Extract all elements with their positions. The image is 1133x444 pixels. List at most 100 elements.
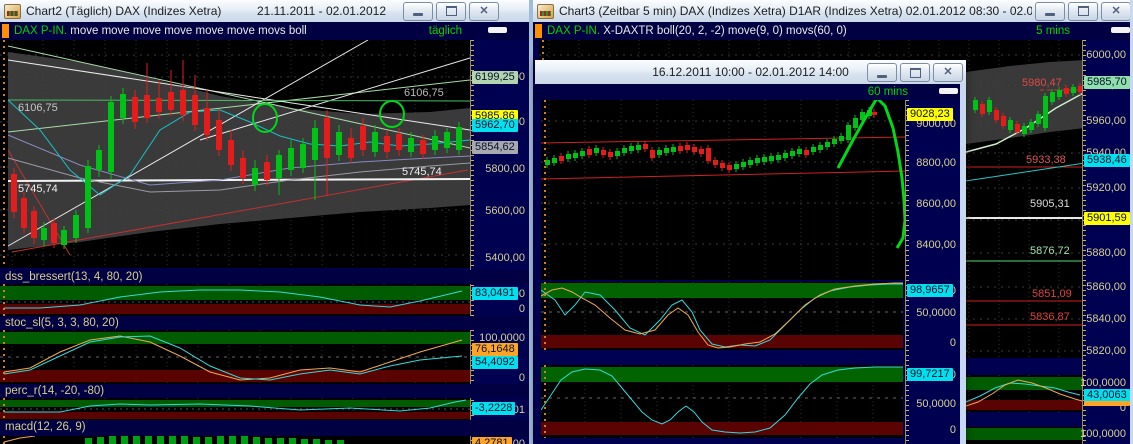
axis-tick: 50,0000 xyxy=(916,307,956,319)
panel-collapse-handle[interactable] xyxy=(939,88,958,94)
chart3-titlebar[interactable]: Chart3 (Zeitbar 5 min) DAX (Indizes Xetr… xyxy=(533,0,1133,23)
price-label: 5938,46 xyxy=(1084,154,1130,167)
hourly-titlebar[interactable]: 16.12.2011 10:00 - 02.01.2012 14:00 xyxy=(535,60,966,85)
price-label: 5901,59 xyxy=(1084,212,1130,225)
chart2-legend-bar: DAX P-IN. move move move move move move … xyxy=(0,22,529,40)
hourly-indicator-panel-2[interactable] xyxy=(541,365,903,438)
axis-tick: 100,0000 xyxy=(1080,428,1126,440)
chart2-title: Chart2 (Täglich) DAX (Indizes Xetra) xyxy=(26,4,221,18)
hourly-window: 16.12.2011 10:00 - 02.01.2012 14:00 60 m… xyxy=(535,60,966,444)
chart2-series-name[interactable]: DAX P-IN. xyxy=(14,25,67,37)
restore-icon xyxy=(1078,6,1089,16)
axis-tick: 0 xyxy=(950,337,956,349)
axis-tick: 5600,00 xyxy=(485,205,525,217)
series-color-icon xyxy=(2,24,9,38)
stoc-line-chart xyxy=(0,330,470,384)
hourly-title: 16.12.2011 10:00 - 02.01.2012 14:00 xyxy=(652,65,849,79)
chart3-series-name[interactable]: DAX P-IN. xyxy=(547,25,600,37)
chart-window-icon xyxy=(537,4,554,19)
hourly-indicator-panel-1[interactable] xyxy=(541,282,903,350)
chart-level-label: 5905,31 xyxy=(1030,198,1070,210)
axis-tick: 0 xyxy=(519,372,525,384)
minimize-button[interactable] xyxy=(403,2,433,21)
axis-tick: 100,0000 xyxy=(1080,377,1126,389)
panel-collapse-handle[interactable] xyxy=(488,27,507,33)
dss-panel[interactable] xyxy=(0,284,470,316)
chart2-titlebar[interactable]: Chart2 (Täglich) DAX (Indizes Xetra) 21.… xyxy=(0,0,529,23)
chart2-window: Chart2 (Täglich) DAX (Indizes Xetra) 21.… xyxy=(0,0,529,444)
price-label xyxy=(1084,401,1130,406)
restore-button[interactable] xyxy=(1068,2,1098,21)
close-button[interactable] xyxy=(1101,2,1131,21)
minimize-button[interactable] xyxy=(1035,2,1065,21)
panel-divider xyxy=(541,350,905,365)
chart-level-label: 5836,87 xyxy=(1030,311,1070,323)
chart-level-label: 5933,38 xyxy=(1026,154,1066,166)
axis-tick: 0 xyxy=(519,303,525,315)
close-icon xyxy=(943,67,952,78)
macd-panel[interactable] xyxy=(0,436,470,444)
chart3-studies[interactable]: X-DAXTR boll(20, 2, -2) move(9, 0) movs(… xyxy=(603,25,847,37)
price-label: 83,0491 xyxy=(472,287,518,300)
chart-level-label: 5851,09 xyxy=(1032,288,1072,300)
chart-level-label: 5876,72 xyxy=(1030,245,1070,257)
axis-tick: 50,0000 xyxy=(916,398,956,410)
indicator-header-percr[interactable]: perc_r(14, -20, -80) xyxy=(0,384,529,398)
close-button[interactable] xyxy=(469,2,499,21)
axis-tick: 5920,00 xyxy=(1086,182,1126,194)
minimize-button[interactable] xyxy=(867,63,897,82)
minimize-icon xyxy=(413,13,423,16)
price-label: 5962,70 xyxy=(472,119,518,132)
hourly-candlestick-chart xyxy=(541,100,905,280)
chart-level-label: 6106,75 xyxy=(404,87,444,99)
hourly-main-plot[interactable] xyxy=(541,100,905,280)
indicator-header-stoc[interactable]: stoc_sl(5, 3, 3, 80, 20) xyxy=(0,316,529,330)
restore-button[interactable] xyxy=(436,2,466,21)
restore-icon xyxy=(446,6,457,16)
minimize-icon xyxy=(1045,13,1055,16)
axis-tick: 8800,00 xyxy=(916,157,956,169)
minimize-icon xyxy=(877,75,887,78)
price-label: 54,4092 xyxy=(472,356,518,369)
restore-button[interactable] xyxy=(900,63,930,82)
chart2-main-plot[interactable]: 6106,756106,755745,745745,74 xyxy=(0,40,470,268)
hourly-indicator-chart-2 xyxy=(541,365,903,438)
axis-tick: 5860,00 xyxy=(1086,281,1126,293)
axis-tick: 6000,00 xyxy=(1086,49,1126,61)
axis-tick: 5820,00 xyxy=(1086,345,1126,357)
price-label: 4,2781 xyxy=(472,437,512,444)
window-border xyxy=(960,84,966,444)
hourly-legend-bar: 60 mins xyxy=(535,84,966,100)
chart-level-label: 6106,75 xyxy=(18,102,58,114)
chart-level-label: 5745,74 xyxy=(402,166,442,178)
chart2-timeframe: täglich xyxy=(429,25,462,37)
close-button[interactable] xyxy=(933,63,963,82)
macd-histogram xyxy=(0,436,470,444)
axis-tick: 5960,00 xyxy=(1086,115,1126,127)
indicator-header-dss[interactable]: dss_bressert(13, 4, 80, 20) xyxy=(0,270,529,284)
percr-panel[interactable] xyxy=(0,398,470,420)
axis-tick: 0 xyxy=(950,424,956,436)
chart3-title: Chart3 (Zeitbar 5 min) DAX (Indizes Xetr… xyxy=(559,4,1032,18)
price-label: 99,7217 xyxy=(907,368,953,381)
axis-tick: 8400,00 xyxy=(916,239,956,251)
price-label: 6199,25 xyxy=(472,71,518,84)
chart3-legend-bar: DAX P-IN. X-DAXTR boll(20, 2, -2) move(9… xyxy=(533,22,1133,40)
chart-window-icon xyxy=(4,4,21,19)
panel-collapse-handle[interactable] xyxy=(1111,27,1130,33)
price-label: 9028,23 xyxy=(907,108,953,121)
axis-tick: 5840,00 xyxy=(1086,313,1126,325)
percr-line-chart xyxy=(0,398,470,420)
series-color-icon xyxy=(535,24,542,38)
price-label: 98,9657 xyxy=(907,284,953,297)
indicator-header-macd[interactable]: macd(12, 26, 9) xyxy=(0,420,529,436)
close-icon xyxy=(1111,6,1120,17)
stoc-panel[interactable] xyxy=(0,330,470,384)
close-icon xyxy=(479,6,488,17)
chart2-candlestick-chart xyxy=(0,40,470,268)
axis-tick: 00 xyxy=(513,438,525,444)
chart-level-label: 5980,47 xyxy=(1022,77,1062,89)
price-label: 76,1648 xyxy=(472,343,518,356)
chart2-studies[interactable]: move move move move move move movs boll xyxy=(70,25,306,37)
hourly-timeframe: 60 mins xyxy=(868,86,908,98)
